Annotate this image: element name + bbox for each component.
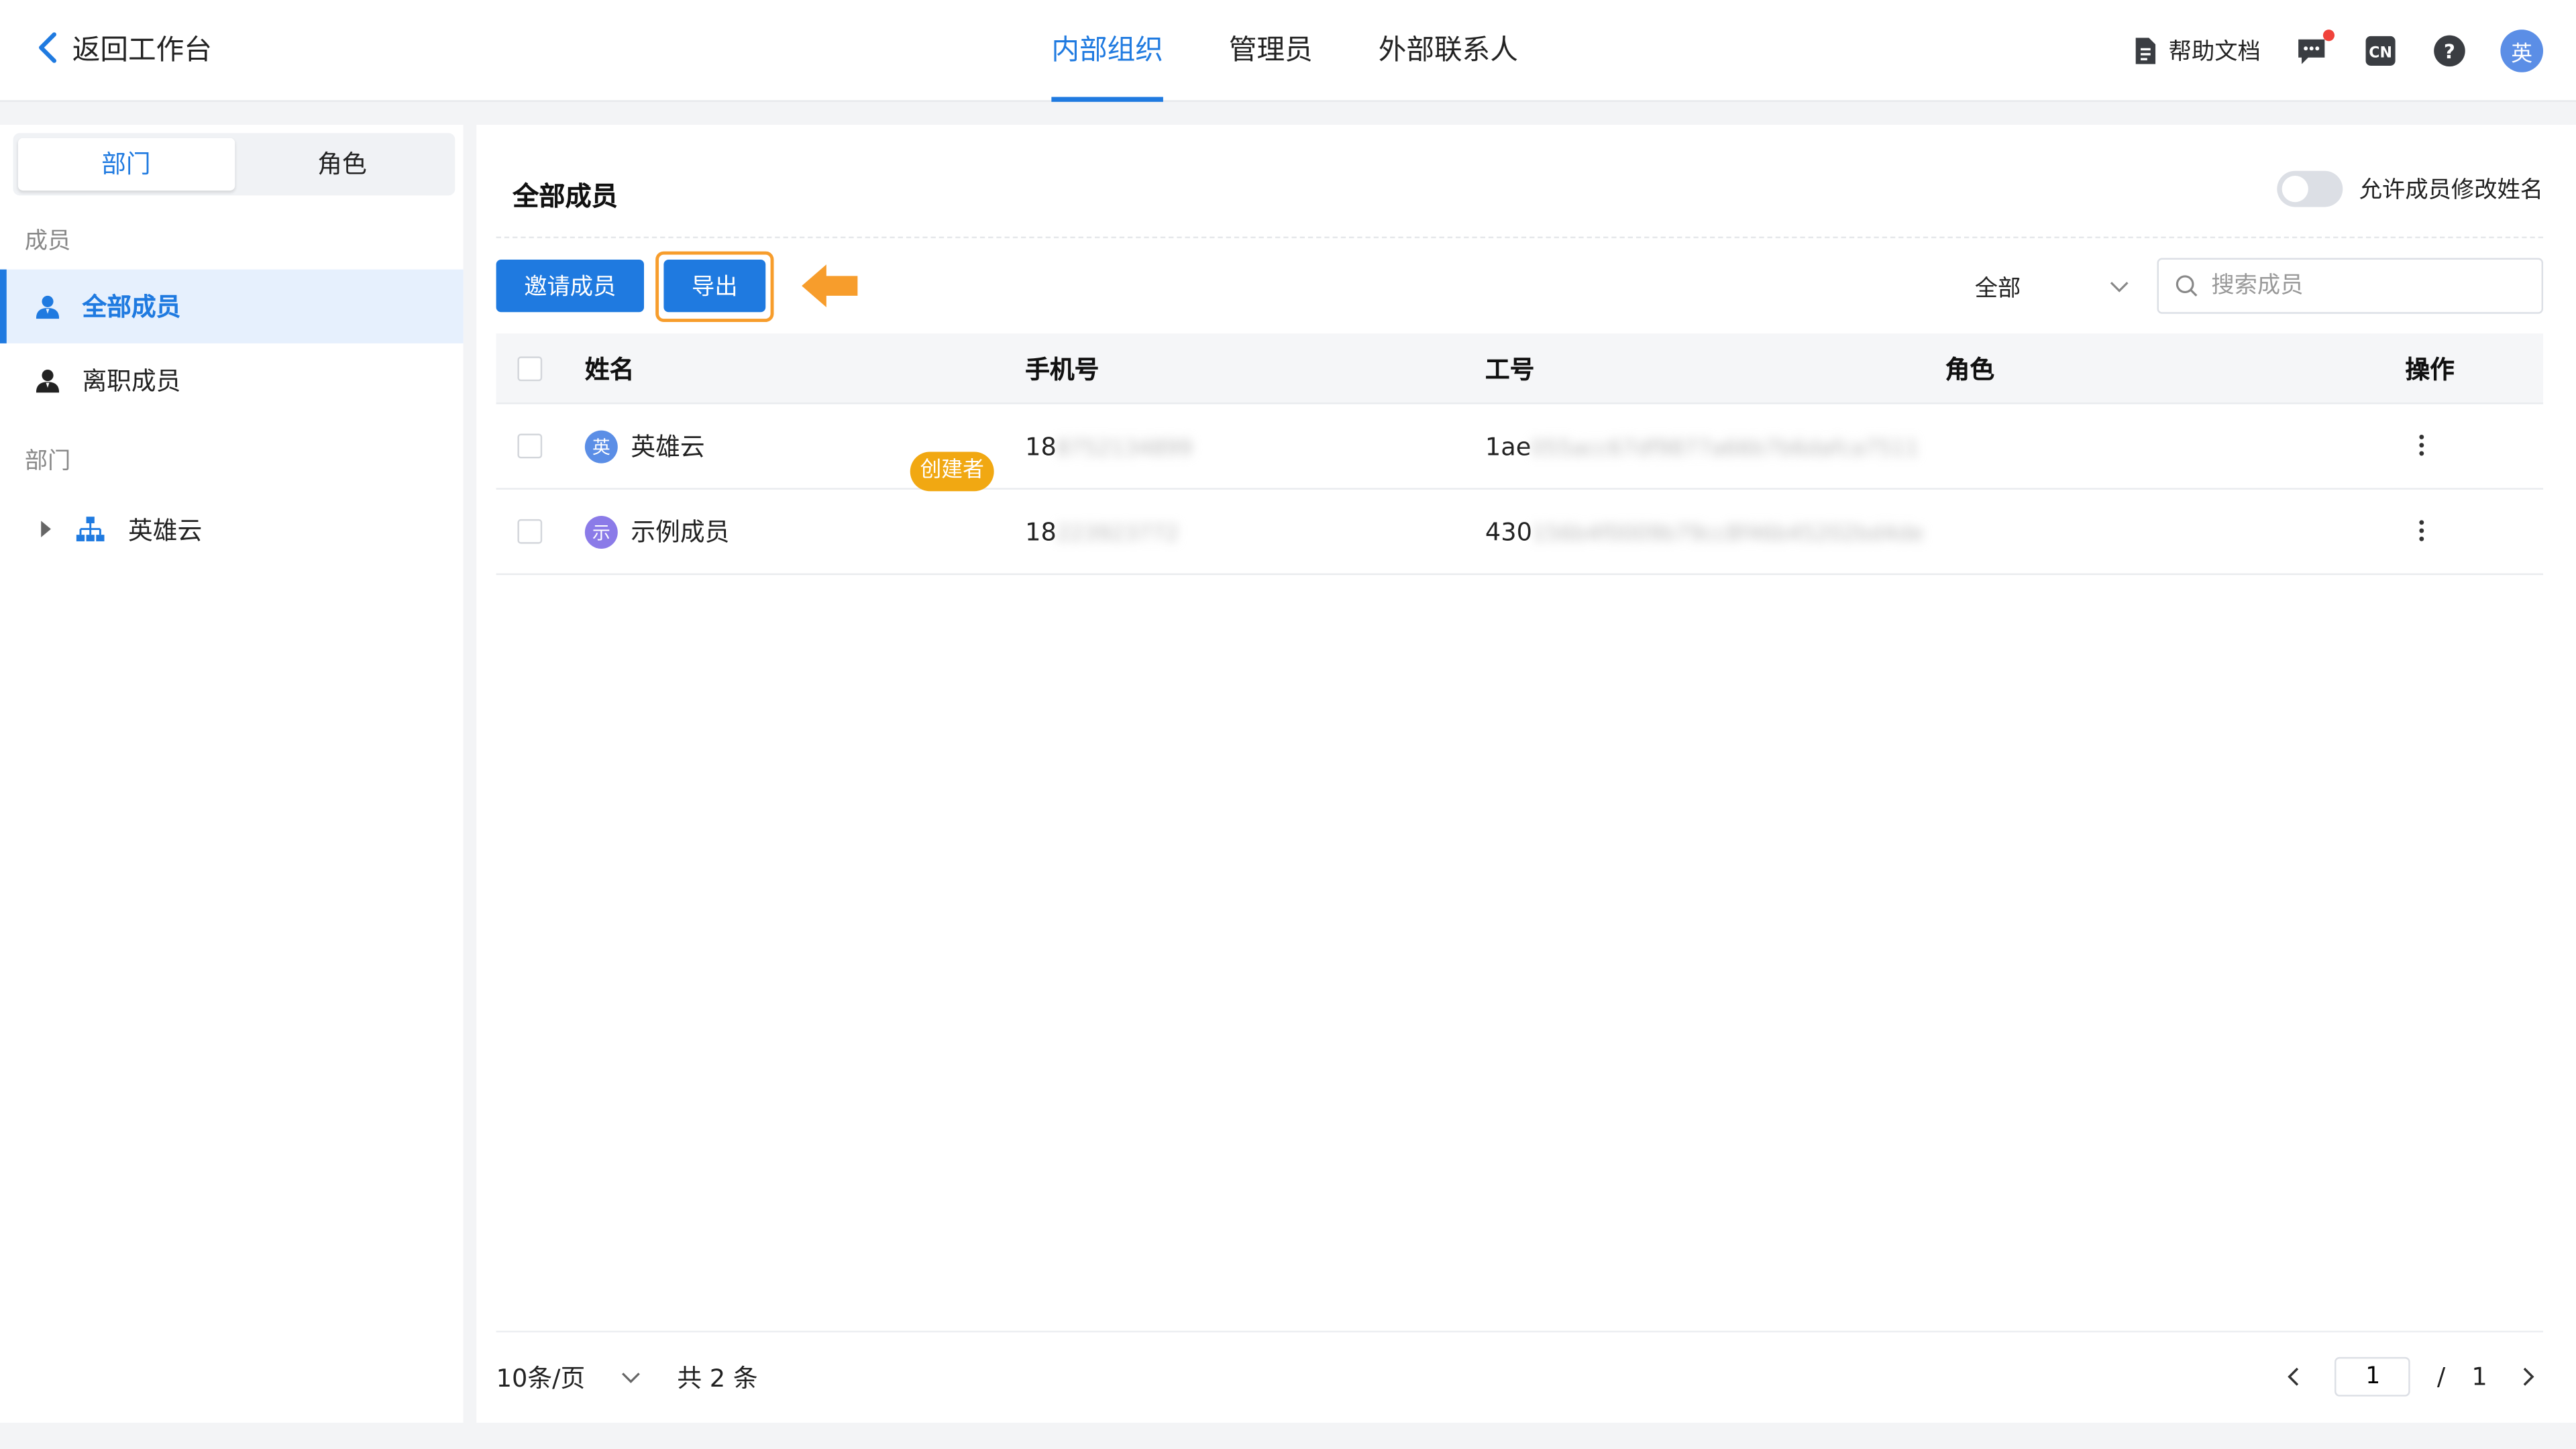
header-actions: 操作 xyxy=(2405,354,2455,384)
member-employee-id: 430156b4f0009b79cc8f46b45202bd4de xyxy=(1485,517,1945,546)
chevron-down-icon xyxy=(2110,282,2129,292)
sidebar-segment-switch: 部门 角色 xyxy=(13,133,455,196)
next-page-button[interactable] xyxy=(2514,1362,2543,1391)
search-input[interactable] xyxy=(2211,272,2524,299)
avatar: 英 xyxy=(584,429,618,463)
search-icon xyxy=(2176,275,2198,297)
phone-masked: 223923772 xyxy=(1056,521,1179,547)
segment-role[interactable]: 角色 xyxy=(234,138,450,191)
phone-prefix: 18 xyxy=(1025,517,1057,547)
main-tabs: 内部组织 管理员 外部联系人 xyxy=(1018,0,1550,102)
left-sidebar: 部门 角色 成员 全部成员 离职成员 部门 英雄云 xyxy=(0,125,464,1423)
filter-value: 全部 xyxy=(1974,276,2021,303)
id-masked: 156b4f0009b79cc8f46b45202bd4de xyxy=(1532,521,1924,547)
language-cn-icon: CN xyxy=(2365,36,2396,66)
members-table: 姓名 手机号 工号 角色 操作 英 英雄云 创建者 188752134899 1… xyxy=(496,333,2544,576)
avatar: 示 xyxy=(584,515,618,548)
caret-right-icon[interactable] xyxy=(40,521,53,537)
table-row[interactable]: 示 示例成员 18223923772 430156b4f0009b79cc8f4… xyxy=(496,490,2544,576)
dept-tree-root[interactable]: 英雄云 xyxy=(0,490,464,569)
total-pages: 1 xyxy=(2471,1362,2487,1392)
question-circle-icon: ? xyxy=(2434,35,2465,67)
tab-admins[interactable]: 管理员 xyxy=(1196,0,1346,102)
back-label: 返回工作台 xyxy=(72,34,212,68)
top-bar: 返回工作台 内部组织 管理员 外部联系人 帮助文档 CN ? 英 xyxy=(0,0,2576,102)
tab-external-contacts[interactable]: 外部联系人 xyxy=(1346,0,1551,102)
members-section-label: 成员 xyxy=(24,228,71,255)
phone-prefix: 18 xyxy=(1025,431,1057,461)
page-title: 全部成员 xyxy=(513,180,618,212)
member-phone: 188752134899 xyxy=(1025,431,1485,461)
pagination-left: 10条/页 共 2 条 xyxy=(496,1360,758,1395)
phone-masked: 8752134899 xyxy=(1056,436,1193,461)
more-actions-icon[interactable] xyxy=(2405,515,2438,547)
total-count: 共 2 条 xyxy=(677,1363,758,1393)
header-employee-id: 工号 xyxy=(1485,354,1535,384)
member-filter-select[interactable]: 全部 xyxy=(1965,263,2142,312)
id-prefix: 1ae xyxy=(1485,431,1532,461)
member-name: 英雄云 xyxy=(631,432,705,462)
chevron-left-icon xyxy=(2288,1367,2300,1386)
prev-page-button[interactable] xyxy=(2279,1362,2309,1391)
allow-rename-toggle[interactable] xyxy=(2277,170,2343,207)
allow-rename-setting: 允许成员修改姓名 xyxy=(2277,170,2544,207)
language-label: CN xyxy=(2369,45,2392,62)
document-icon xyxy=(2135,38,2156,64)
chevron-right-icon xyxy=(2523,1367,2534,1386)
member-employee-id: 1ae055acc67df9877a66b7b6dafca7511 xyxy=(1485,431,1945,461)
sidebar-item-all-members[interactable]: 全部成员 xyxy=(0,269,464,343)
table-header: 姓名 手机号 工号 角色 操作 xyxy=(496,333,2544,405)
user-avatar[interactable]: 英 xyxy=(2500,30,2544,72)
main-panel: 全部成员 允许成员修改姓名 邀请成员 导出 全部 姓名 手机号 工号 角色 xyxy=(476,125,2576,1423)
divider xyxy=(496,236,2544,239)
departments-section-label: 部门 xyxy=(24,448,71,475)
search-box[interactable] xyxy=(2157,258,2544,314)
help-docs-label: 帮助文档 xyxy=(2168,39,2261,66)
creator-badge: 创建者 xyxy=(910,451,994,492)
more-actions-icon[interactable] xyxy=(2405,429,2438,462)
tab-internal-org[interactable]: 内部组织 xyxy=(1018,0,1195,102)
help-button[interactable]: ? xyxy=(2432,33,2468,69)
chat-icon xyxy=(2298,39,2325,64)
page-number-input[interactable] xyxy=(2334,1356,2411,1397)
page-separator: / xyxy=(2436,1362,2446,1392)
help-icon-label: ? xyxy=(2444,40,2455,63)
page-size-select[interactable]: 10条/页 xyxy=(496,1360,641,1395)
id-masked: 055acc67df9877a66b7b6dafca7511 xyxy=(1531,436,1919,461)
back-to-workbench-link[interactable]: 返回工作台 xyxy=(33,26,212,67)
chevron-down-icon xyxy=(622,1372,641,1383)
header-role: 角色 xyxy=(1945,354,1995,384)
row-checkbox[interactable] xyxy=(517,519,543,544)
help-docs-link[interactable]: 帮助文档 xyxy=(2133,34,2261,67)
top-right-tools: 帮助文档 CN ? 英 xyxy=(2133,30,2544,72)
dept-root-label: 英雄云 xyxy=(128,515,203,545)
user-icon xyxy=(36,368,60,392)
member-phone: 18223923772 xyxy=(1025,517,1485,546)
segment-department[interactable]: 部门 xyxy=(17,138,234,191)
table-row[interactable]: 英 英雄云 创建者 188752134899 1ae055acc67df9877… xyxy=(496,404,2544,492)
allow-rename-label: 允许成员修改姓名 xyxy=(2359,177,2544,204)
select-all-checkbox[interactable] xyxy=(517,356,543,380)
row-checkbox[interactable] xyxy=(517,433,543,459)
header-name: 姓名 xyxy=(584,354,635,384)
footer-divider xyxy=(496,1330,2544,1333)
id-prefix: 430 xyxy=(1485,517,1533,547)
pagination: / 1 xyxy=(2279,1356,2543,1397)
header-phone: 手机号 xyxy=(1025,354,1099,384)
chevron-left-icon xyxy=(39,32,57,62)
invite-member-button[interactable]: 邀请成员 xyxy=(496,259,645,313)
export-button[interactable]: 导出 xyxy=(663,259,766,313)
sidebar-item-label: 全部成员 xyxy=(82,292,181,323)
org-chart-icon xyxy=(76,517,105,541)
unread-dot xyxy=(2322,30,2335,42)
page-size-value: 10条/页 xyxy=(496,1363,586,1393)
language-button[interactable]: CN xyxy=(2363,33,2399,69)
messages-button[interactable] xyxy=(2294,30,2335,69)
member-name: 示例成员 xyxy=(631,517,730,547)
sidebar-item-label: 离职成员 xyxy=(82,366,181,396)
pointer-arrow-icon xyxy=(802,264,858,307)
sidebar-item-departed-members[interactable]: 离职成员 xyxy=(0,343,464,417)
user-icon xyxy=(36,294,60,318)
